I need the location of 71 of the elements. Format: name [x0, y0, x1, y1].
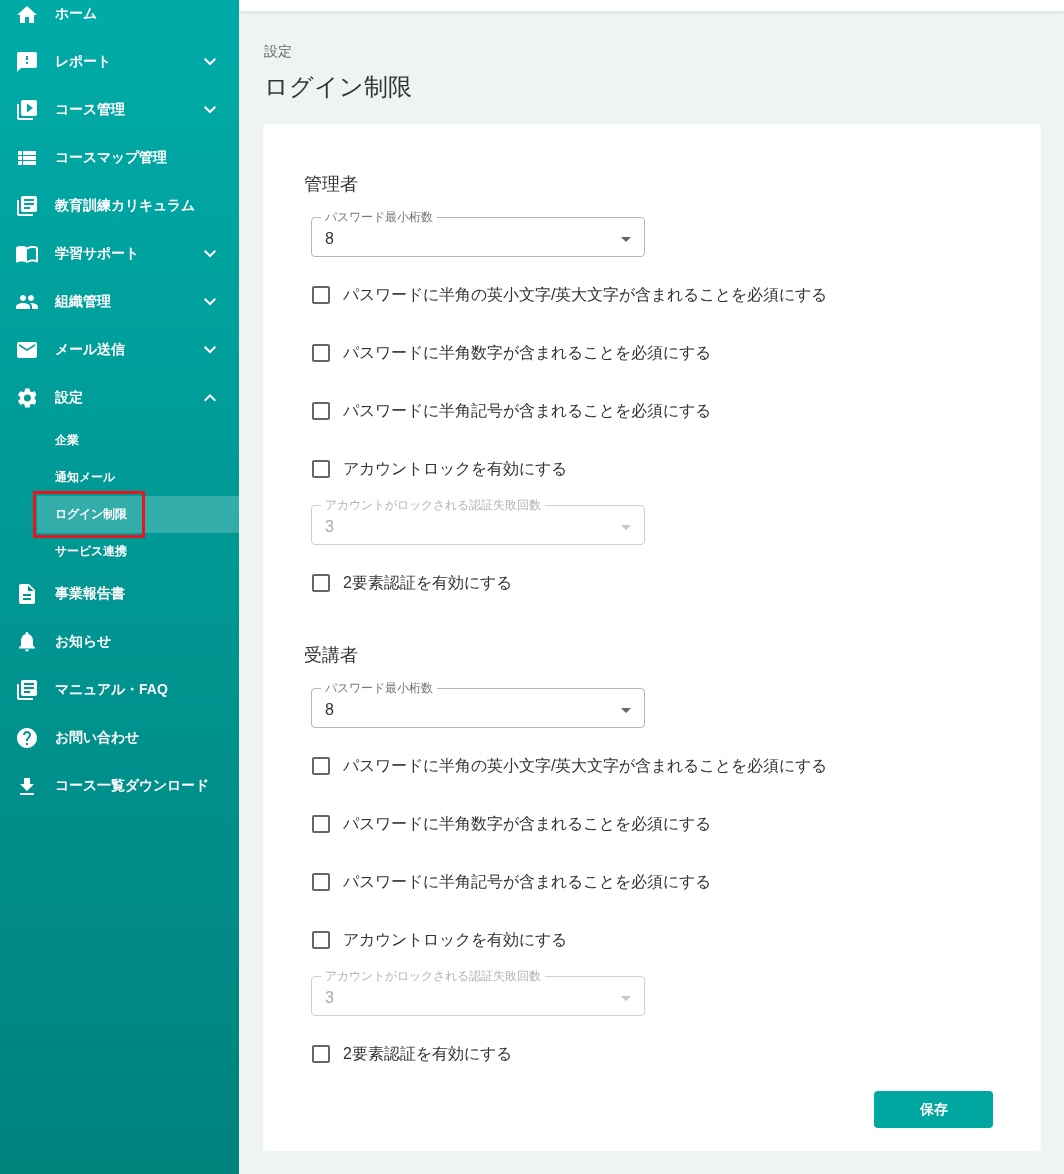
checkbox[interactable]	[312, 344, 330, 362]
checkbox-label: パスワードに半角の英小文字/英大文字が含まれることを必須にする	[343, 755, 828, 776]
dropdown-caret-icon	[621, 236, 631, 242]
dropdown-caret-icon	[621, 995, 631, 1001]
checkbox-label: パスワードに半角記号が含まれることを必須にする	[343, 400, 711, 421]
checkbox-label: 2要素認証を有効にする	[343, 1043, 512, 1064]
checkbox[interactable]	[312, 402, 330, 420]
field-label: パスワード最小桁数	[324, 681, 434, 695]
sidebar-item[interactable]: マニュアル・FAQ	[0, 666, 239, 714]
select-field[interactable]: パスワード最小桁数 8	[311, 681, 645, 728]
select-value: 3	[325, 989, 335, 1007]
list-icon	[18, 151, 36, 165]
breadcrumb: 設定	[264, 42, 293, 61]
checkbox-label: アカウントロックを有効にする	[343, 458, 567, 479]
section-heading: 管理者	[304, 173, 359, 196]
sidebar-item[interactable]: レポート	[0, 38, 239, 86]
sidebar-item[interactable]: 学習サポート	[0, 230, 239, 278]
field-label: パスワード最小桁数	[324, 210, 434, 224]
sidebar-item[interactable]: 組織管理	[0, 278, 239, 326]
checkbox-label: 2要素認証を有効にする	[343, 572, 512, 593]
checkbox[interactable]	[312, 286, 330, 304]
select-value: 8	[325, 230, 335, 248]
sidebar-item[interactable]: コース管理	[0, 86, 239, 134]
checkbox-label: アカウントロックを有効にする	[343, 929, 567, 950]
checkbox[interactable]	[312, 873, 330, 891]
save-button[interactable]: 保存	[874, 1091, 993, 1128]
sidebar-item[interactable]: お問い合わせ	[0, 714, 239, 762]
select-value: 3	[325, 518, 335, 536]
sidebar-item[interactable]: コースマップ管理	[0, 134, 239, 182]
sidebar-item[interactable]: 設定	[0, 374, 239, 422]
sidebar-subitem[interactable]: 通知メール	[37, 459, 239, 496]
home-icon	[17, 5, 37, 23]
book-icon	[16, 245, 38, 263]
checkbox-label: パスワードに半角記号が含まれることを必須にする	[343, 871, 711, 892]
checkbox-label: パスワードに半角数字が含まれることを必須にする	[343, 342, 711, 363]
sidebar-item[interactable]: ホーム	[0, 0, 239, 38]
mail-icon	[17, 342, 37, 358]
download-icon	[20, 777, 34, 795]
checkbox[interactable]	[312, 757, 330, 775]
document-stack-icon	[17, 196, 37, 216]
sidebar-item[interactable]: お知らせ	[0, 618, 239, 666]
sidebar-subitem[interactable]: 企業	[37, 422, 239, 459]
checkbox[interactable]	[312, 460, 330, 478]
field-label: アカウントがロックされる認証失敗回数	[324, 498, 542, 512]
select-value: 8	[325, 701, 335, 719]
dropdown-caret-icon	[621, 524, 631, 530]
sidebar-subitem[interactable]: ログイン制限	[37, 496, 239, 533]
checkbox[interactable]	[312, 931, 330, 949]
sidebar-item[interactable]: メール送信	[0, 326, 239, 374]
settings-icon	[17, 388, 37, 408]
select-field[interactable]: パスワード最小桁数 8	[311, 210, 645, 257]
sidebar-item[interactable]: コース一覧ダウンロード	[0, 762, 239, 810]
help-icon	[17, 728, 37, 748]
checkbox[interactable]	[312, 574, 330, 592]
checkbox[interactable]	[312, 815, 330, 833]
sidebar-subitem[interactable]: サービス連携	[37, 533, 239, 570]
checkbox-label: パスワードに半角数字が含まれることを必須にする	[343, 813, 711, 834]
alert-bubble-icon	[17, 52, 37, 72]
field-label: アカウントがロックされる認証失敗回数	[324, 969, 542, 983]
bell-icon	[19, 632, 35, 652]
section-heading: 受講者	[304, 644, 359, 667]
page-title: ログイン制限	[264, 72, 413, 102]
dropdown-caret-icon	[621, 707, 631, 713]
document-icon	[19, 584, 35, 604]
document-stack-icon	[17, 680, 37, 700]
checkbox-label: パスワードに半角の英小文字/英大文字が含まれることを必須にする	[343, 284, 828, 305]
sidebar-item[interactable]: 事業報告書	[0, 570, 239, 618]
checkbox[interactable]	[312, 1045, 330, 1063]
video-library-icon	[17, 100, 37, 120]
people-icon	[16, 295, 38, 309]
sidebar-item[interactable]: 教育訓練カリキュラム	[0, 182, 239, 230]
